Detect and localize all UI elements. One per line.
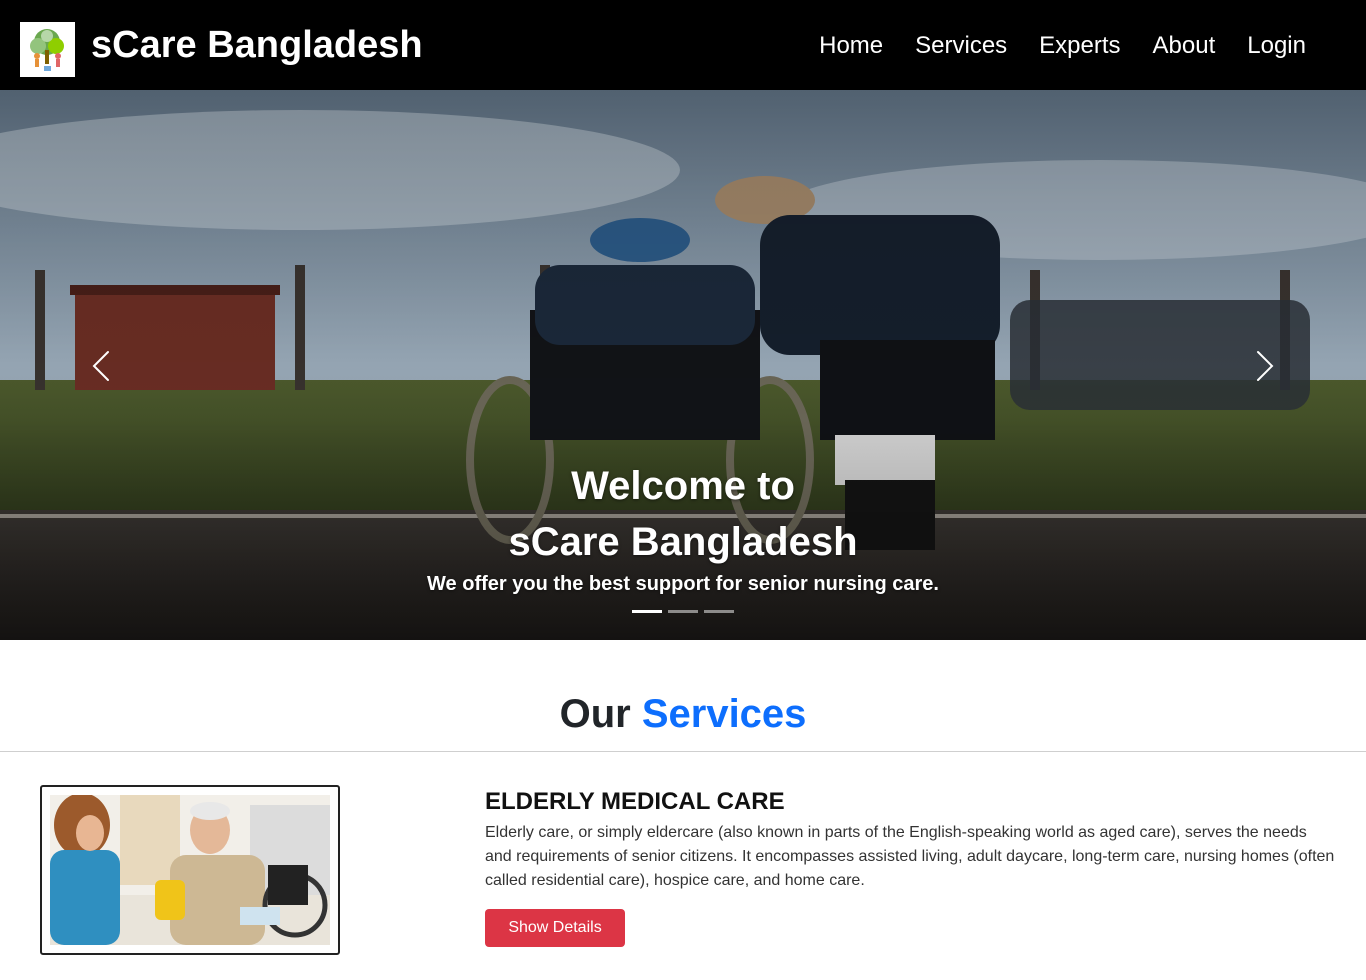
tree-people-logo-icon[interactable]: [20, 22, 75, 77]
carousel-indicator-3[interactable]: [704, 610, 734, 613]
nav-link-login[interactable]: Login: [1231, 30, 1322, 62]
service-image-frame: [40, 785, 340, 955]
chevron-left-icon: [92, 351, 109, 381]
hero-carousel: Welcome to sCare Bangladesh We offer you…: [0, 90, 1366, 640]
carousel-next-button[interactable]: [1244, 348, 1284, 384]
service-image: [50, 795, 330, 945]
chevron-right-icon: [1257, 351, 1274, 381]
service-description: Elderly care, or simply eldercare (also …: [485, 824, 1335, 889]
hero-caption: Welcome to sCare Bangladesh We offer you…: [0, 458, 1366, 598]
nav-link-services[interactable]: Services: [899, 30, 1023, 62]
carousel-indicator-1[interactable]: [632, 610, 662, 613]
services-heading-accent: Services: [641, 692, 807, 736]
services-heading-plain: Our: [559, 692, 631, 736]
carousel-indicators: [632, 610, 734, 613]
carousel-prev-button[interactable]: [82, 348, 122, 384]
show-details-button[interactable]: Show Details: [485, 909, 625, 947]
nav-link-about[interactable]: About: [1137, 30, 1232, 62]
nav-link-experts[interactable]: Experts: [1023, 30, 1136, 62]
nav-links: Home Services Experts About Login: [803, 30, 1322, 62]
hero-subtitle: We offer you the best support for senior…: [427, 573, 939, 595]
navbar: sCare Bangladesh Home Services Experts A…: [0, 0, 1366, 90]
section-divider: [0, 751, 1366, 752]
nav-link-home[interactable]: Home: [803, 30, 899, 62]
service-title: ELDERLY MEDICAL CARE: [485, 788, 785, 815]
hero-title-line1: Welcome to: [571, 464, 795, 508]
carousel-indicator-2[interactable]: [668, 610, 698, 613]
brand-name[interactable]: sCare Bangladesh: [91, 22, 423, 68]
services-heading: Our Services: [0, 688, 1366, 740]
hero-title-line2: sCare Bangladesh: [508, 520, 858, 564]
